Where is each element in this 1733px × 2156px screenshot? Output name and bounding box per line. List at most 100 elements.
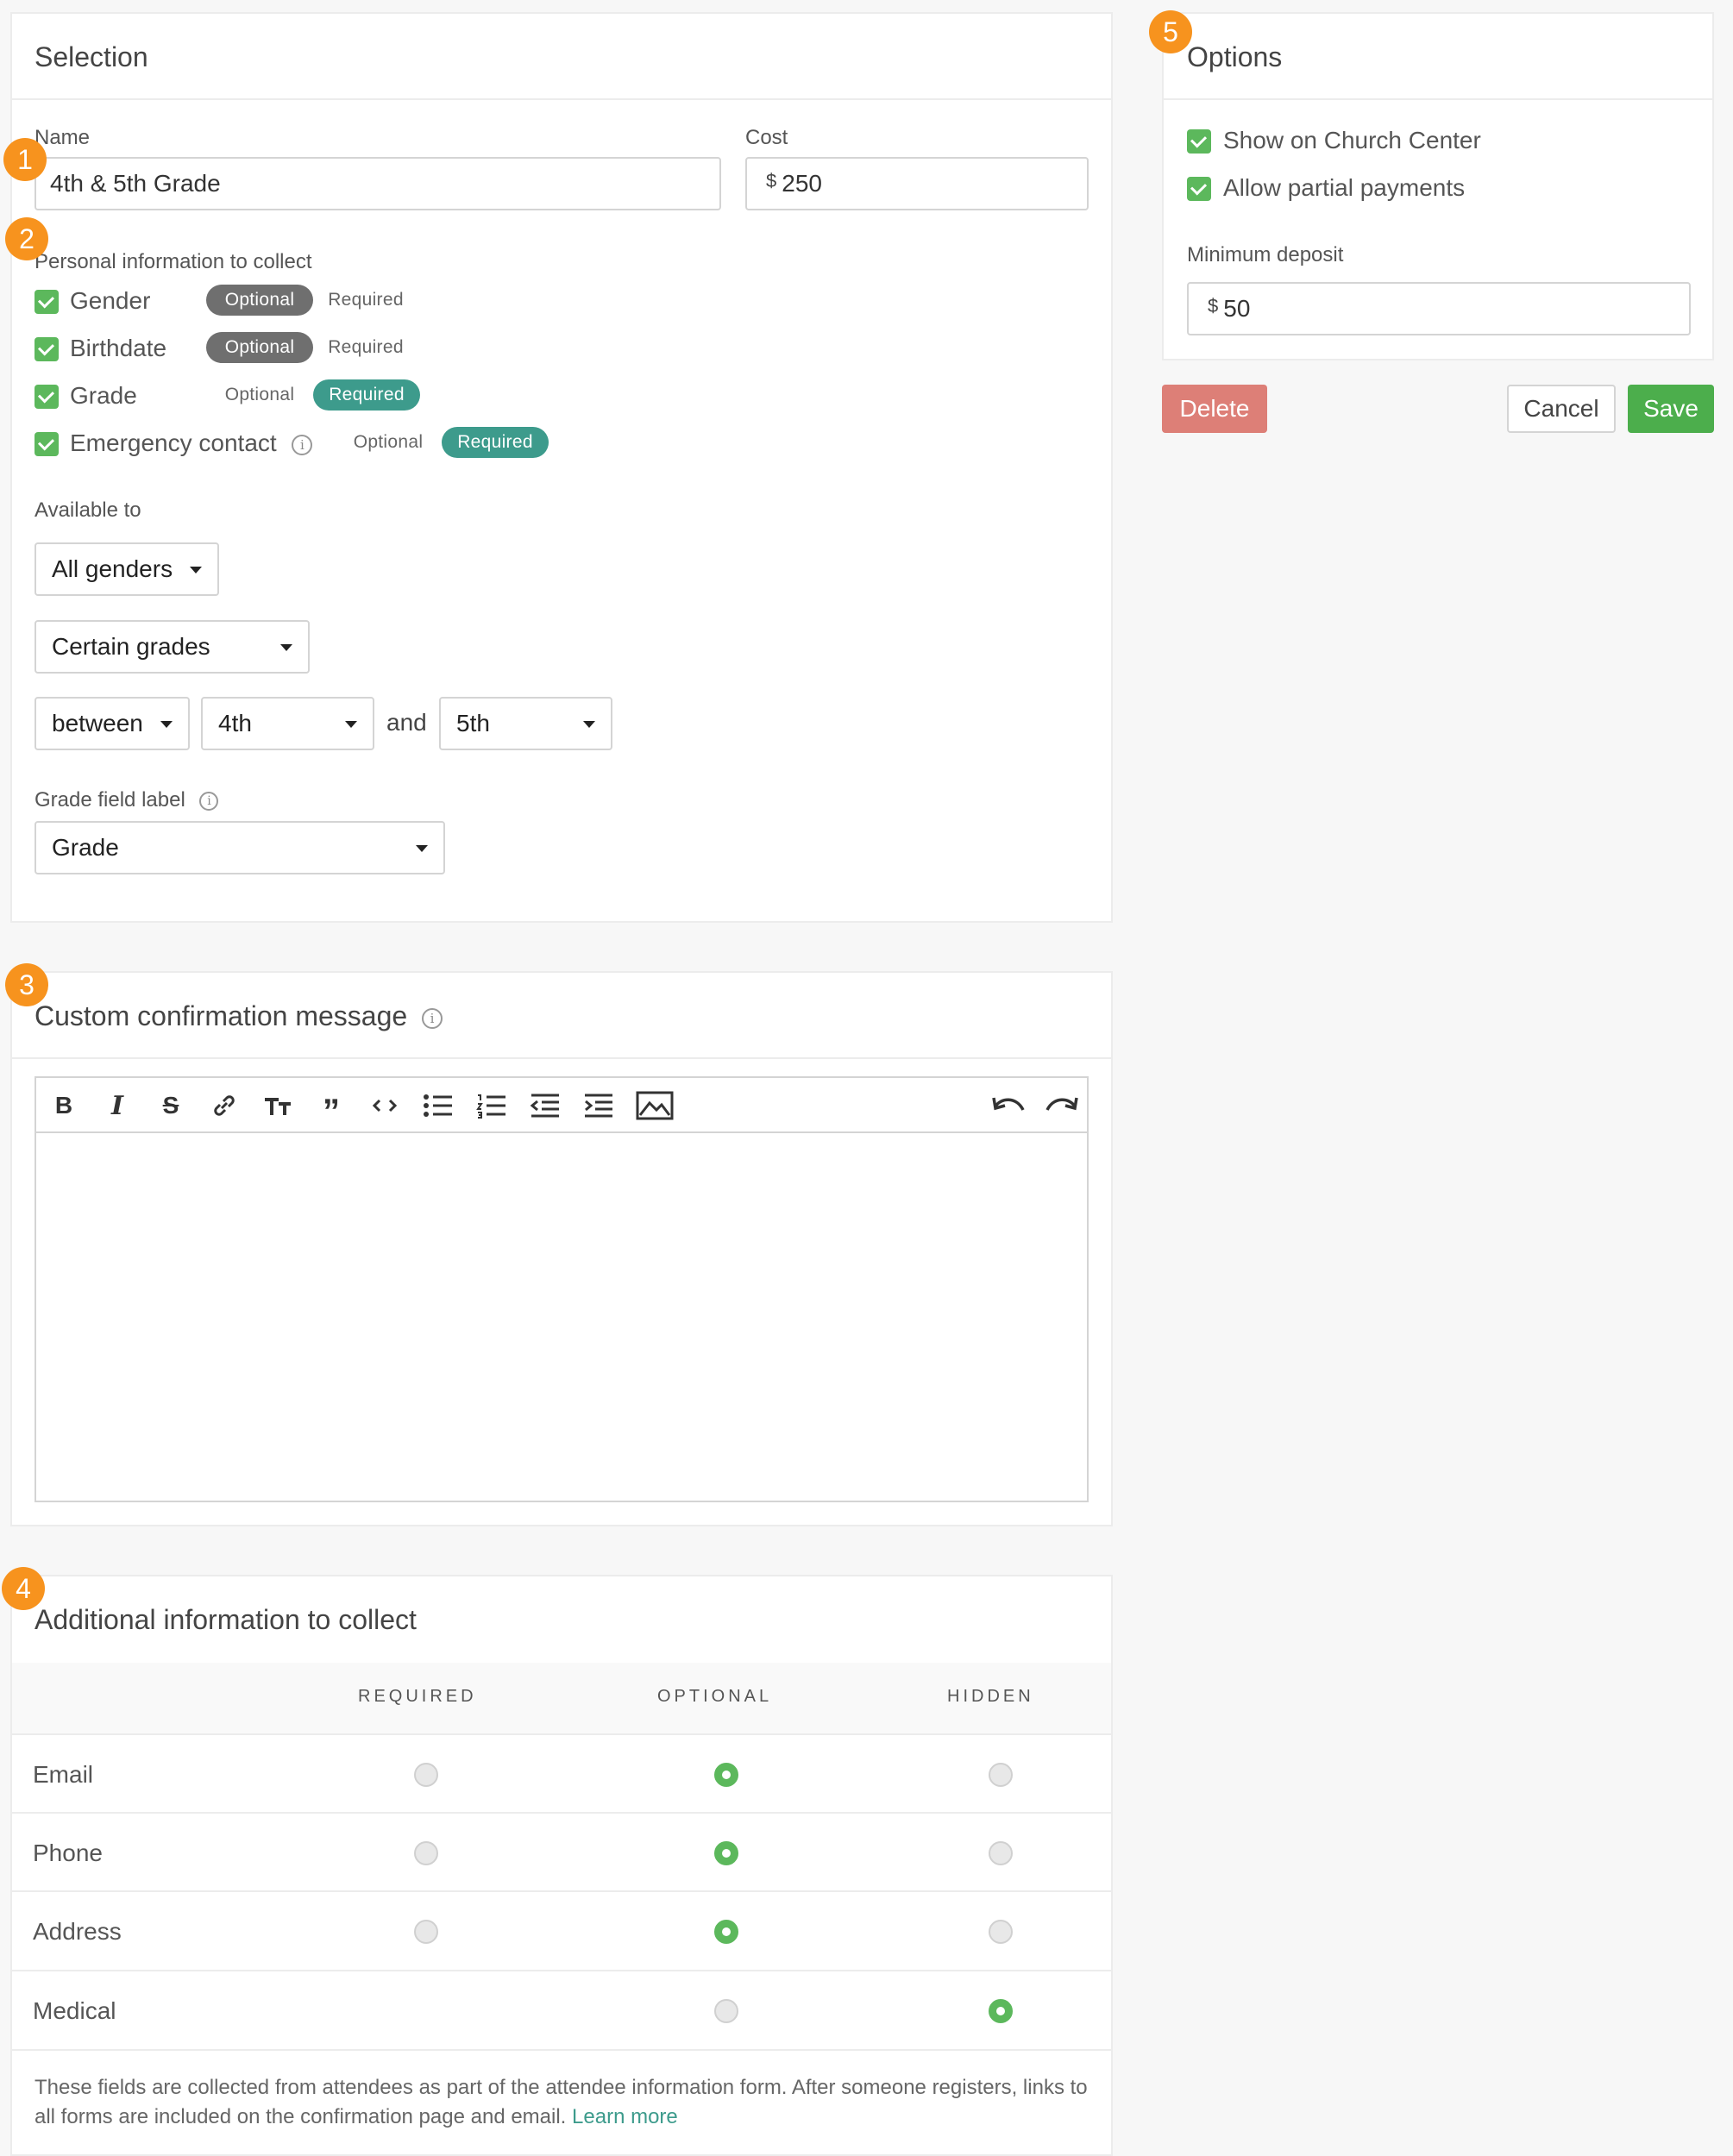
show-church-center-checkbox[interactable]	[1187, 129, 1211, 154]
name-label: Name	[35, 126, 91, 149]
options-title: Options	[1187, 41, 1283, 72]
additional-info-title: Additional information to collect	[35, 1604, 417, 1635]
text-size-icon[interactable]	[259, 1087, 297, 1125]
quote-icon[interactable]: ”	[312, 1087, 350, 1129]
bold-icon[interactable]: B	[45, 1087, 83, 1125]
medical-hidden-radio[interactable]	[989, 1999, 1013, 2023]
min-deposit-value: 50	[1223, 295, 1251, 322]
additional-footer-text: These fields are collected from attendee…	[35, 2076, 1088, 2128]
phone-required-radio[interactable]	[414, 1841, 438, 1865]
grades-select[interactable]: Certain grades	[35, 620, 310, 674]
email-required-radio[interactable]	[414, 1763, 438, 1787]
gender-checkbox[interactable]	[35, 290, 59, 314]
address-hidden-radio[interactable]	[989, 1920, 1013, 1944]
save-button[interactable]: Save	[1628, 385, 1714, 433]
grade-to-select[interactable]: 5th	[439, 697, 612, 750]
currency-symbol: $	[766, 170, 777, 191]
row-divider	[10, 1970, 1111, 1971]
column-hidden: HIDDEN	[947, 1687, 1034, 1706]
phone-optional-radio[interactable]	[714, 1841, 738, 1865]
numbered-list-icon[interactable]	[473, 1087, 511, 1125]
step-badge-3: 3	[5, 963, 48, 1006]
chevron-down-icon	[160, 721, 173, 728]
chevron-down-icon	[416, 845, 428, 852]
name-input[interactable]: 4th & 5th Grade	[35, 157, 721, 210]
allow-partial-checkbox[interactable]	[1187, 177, 1211, 201]
and-text: and	[386, 709, 427, 736]
chevron-down-icon	[583, 721, 595, 728]
grade-field-label: Grade field label i	[35, 788, 219, 812]
column-required: REQUIRED	[358, 1687, 477, 1706]
bullet-list-icon[interactable]	[419, 1087, 457, 1125]
step-badge-4: 4	[2, 1567, 45, 1610]
email-optional-radio[interactable]	[714, 1763, 738, 1787]
emergency-required-pill[interactable]: Required	[442, 427, 549, 458]
italic-icon[interactable]: I	[98, 1087, 136, 1125]
indent-icon[interactable]	[580, 1087, 618, 1125]
outdent-icon[interactable]	[526, 1087, 564, 1125]
row-label-phone: Phone	[33, 1839, 103, 1866]
info-icon[interactable]: i	[292, 434, 313, 455]
range-select[interactable]: between	[35, 697, 190, 750]
step-badge-5: 5	[1149, 10, 1192, 53]
name-value: 4th & 5th Grade	[50, 170, 221, 197]
available-to-label: Available to	[35, 498, 141, 522]
divider	[12, 98, 1111, 100]
birthdate-required-pill[interactable]: Required	[317, 332, 414, 363]
row-label-address: Address	[33, 1918, 122, 1945]
phone-hidden-radio[interactable]	[989, 1841, 1013, 1865]
emergency-contact-label: Emergency contact i	[70, 429, 313, 457]
learn-more-link[interactable]: Learn more	[572, 2105, 678, 2128]
grade-optional-pill[interactable]: Optional	[206, 379, 313, 411]
allow-partial-label: Allow partial payments	[1223, 174, 1466, 201]
cost-label: Cost	[745, 126, 788, 149]
address-optional-radio[interactable]	[714, 1920, 738, 1944]
editor-toolbar: B I S ”	[36, 1078, 1087, 1133]
step-badge-1: 1	[3, 138, 47, 181]
gender-optional-pill[interactable]: Optional	[206, 285, 313, 316]
row-divider	[10, 1733, 1111, 1735]
min-deposit-input[interactable]: $ 50	[1187, 282, 1691, 335]
table-header-bg	[12, 1663, 1111, 1733]
birthdate-optional-pill[interactable]: Optional	[206, 332, 313, 363]
address-required-radio[interactable]	[414, 1920, 438, 1944]
link-icon[interactable]	[205, 1087, 243, 1125]
cost-value: 250	[782, 170, 822, 197]
editor-body[interactable]	[36, 1133, 1087, 1501]
divider	[12, 1057, 1111, 1059]
gender-select[interactable]: All genders	[35, 542, 219, 596]
grade-checkbox[interactable]	[35, 385, 59, 409]
cost-input[interactable]: $ 250	[745, 157, 1089, 210]
birthdate-checkbox[interactable]	[35, 337, 59, 361]
grade-from-select[interactable]: 4th	[201, 697, 374, 750]
chevron-down-icon	[190, 567, 202, 573]
code-icon[interactable]	[366, 1087, 404, 1125]
info-icon[interactable]: i	[422, 1007, 443, 1029]
image-icon[interactable]	[633, 1087, 676, 1125]
selection-panel: Selection	[10, 12, 1113, 923]
row-divider	[10, 1890, 1111, 1892]
selection-title: Selection	[35, 41, 148, 72]
chevron-down-icon	[345, 721, 357, 728]
medical-optional-radio[interactable]	[714, 1999, 738, 2023]
row-label-medical: Medical	[33, 1997, 116, 2024]
grade-label: Grade	[70, 382, 137, 409]
grade-required-pill[interactable]: Required	[313, 379, 420, 411]
info-icon[interactable]: i	[199, 791, 219, 811]
gender-label: Gender	[70, 287, 151, 314]
personal-info-label: Personal information to collect	[35, 250, 312, 273]
emergency-optional-pill[interactable]: Optional	[335, 427, 442, 458]
redo-icon[interactable]	[1042, 1087, 1080, 1125]
delete-button[interactable]: Delete	[1162, 385, 1267, 433]
row-divider	[10, 1812, 1111, 1814]
step-badge-2: 2	[5, 217, 48, 260]
gender-required-pill[interactable]: Required	[317, 285, 414, 316]
email-hidden-radio[interactable]	[989, 1763, 1013, 1787]
chevron-down-icon	[280, 644, 292, 651]
strikethrough-icon[interactable]: S	[152, 1087, 190, 1125]
confirmation-title: Custom confirmation message i	[35, 1000, 443, 1032]
grade-field-select[interactable]: Grade	[35, 821, 445, 874]
emergency-contact-checkbox[interactable]	[35, 432, 59, 456]
undo-icon[interactable]	[990, 1087, 1028, 1125]
cancel-button[interactable]: Cancel	[1507, 385, 1616, 433]
